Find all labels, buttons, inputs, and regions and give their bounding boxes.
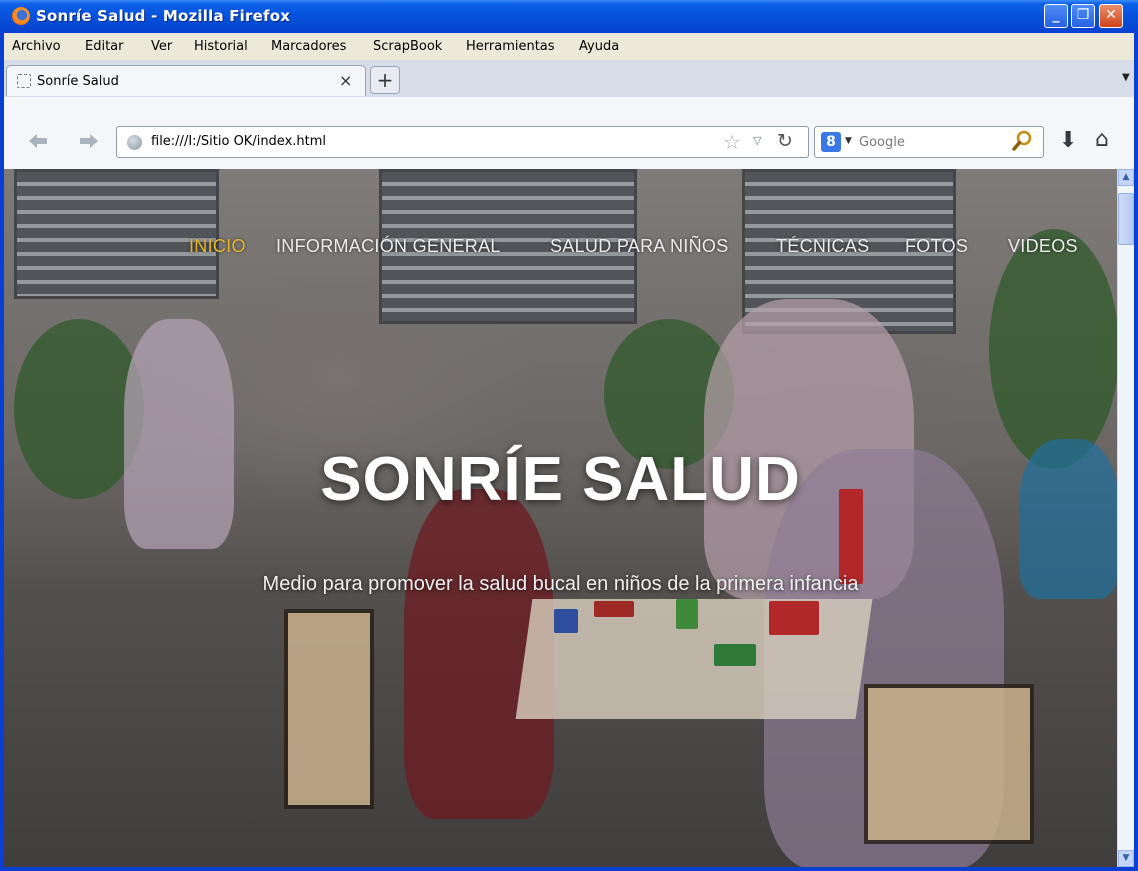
window-title: Sonríe Salud - Mozilla Firefox bbox=[36, 7, 291, 25]
nav-fotos[interactable]: FOTOS bbox=[905, 236, 968, 257]
nav-tecnicas[interactable]: TÉCNICAS bbox=[776, 236, 869, 257]
toy-block bbox=[714, 644, 756, 666]
minimize-button[interactable]: _ bbox=[1044, 4, 1068, 28]
site-navigation: INICIO INFORMACIÓN GENERAL SALUD PARA NI… bbox=[4, 236, 1117, 262]
search-input[interactable]: Google bbox=[859, 135, 905, 150]
navigation-toolbar: file:///I:/Sitio OK/index.html ☆ ▽ ↻ 8 ▼… bbox=[4, 97, 1134, 169]
toy-block bbox=[594, 601, 634, 617]
arrow-left-icon bbox=[29, 134, 47, 148]
scroll-up-button[interactable]: ▲ bbox=[1118, 169, 1134, 186]
tab-sonrie-salud[interactable]: Sonríe Salud × bbox=[6, 65, 366, 96]
window-shutter bbox=[14, 169, 219, 299]
home-icon[interactable]: ⌂ bbox=[1095, 127, 1109, 152]
browser-window: Sonríe Salud - Mozilla Firefox _ ❐ ✕ Arc… bbox=[0, 0, 1138, 871]
address-bar[interactable]: file:///I:/Sitio OK/index.html ☆ ▽ ↻ bbox=[116, 126, 809, 158]
nav-salud-para-ninos[interactable]: SALUD PARA NIÑOS bbox=[550, 236, 729, 257]
tab-strip: Sonríe Salud × + ▼ bbox=[4, 60, 1134, 98]
menu-marcadores[interactable]: Marcadores bbox=[271, 39, 346, 54]
menu-ver[interactable]: Ver bbox=[151, 39, 172, 54]
search-bar[interactable]: 8 ▼ Google bbox=[814, 126, 1044, 158]
vertical-scrollbar[interactable]: ▲ ▼ bbox=[1117, 169, 1134, 867]
menu-herramientas[interactable]: Herramientas bbox=[466, 39, 555, 54]
title-bar[interactable]: Sonríe Salud - Mozilla Firefox _ ❐ ✕ bbox=[0, 0, 1138, 33]
google-engine-icon[interactable]: 8 bbox=[821, 132, 841, 152]
firefox-logo-icon bbox=[12, 7, 30, 25]
site-identity-icon[interactable] bbox=[127, 135, 142, 150]
scroll-down-button[interactable]: ▼ bbox=[1118, 850, 1134, 867]
nav-informacion-general[interactable]: INFORMACIÓN GENERAL bbox=[276, 236, 501, 257]
tab-label: Sonríe Salud bbox=[37, 74, 119, 89]
list-all-tabs-button[interactable]: ▼ bbox=[1122, 72, 1130, 83]
close-window-button[interactable]: ✕ bbox=[1099, 4, 1123, 28]
engine-dropdown-icon[interactable]: ▼ bbox=[845, 136, 852, 146]
toy-block bbox=[554, 609, 578, 633]
back-button[interactable] bbox=[28, 131, 48, 155]
forward-button[interactable] bbox=[79, 131, 99, 155]
search-icon[interactable] bbox=[1011, 129, 1033, 159]
child-chair bbox=[284, 609, 374, 809]
menu-editar[interactable]: Editar bbox=[85, 39, 124, 54]
bookmark-star-icon[interactable]: ☆ bbox=[723, 130, 741, 154]
nav-videos[interactable]: VIDEOS bbox=[1008, 236, 1078, 257]
toy-block bbox=[676, 599, 698, 629]
arrow-right-icon bbox=[80, 134, 98, 148]
plant bbox=[989, 229, 1117, 469]
close-tab-button[interactable]: × bbox=[339, 71, 352, 90]
menu-scrapbook[interactable]: ScrapBook bbox=[373, 39, 442, 54]
scroll-thumb[interactable] bbox=[1118, 193, 1134, 245]
url-input[interactable]: file:///I:/Sitio OK/index.html bbox=[151, 134, 326, 149]
hero-subtitle: Medio para promover la salud bucal en ni… bbox=[262, 573, 859, 595]
child-chair bbox=[864, 684, 1034, 844]
menu-bar: Archivo Editar Ver Historial Marcadores … bbox=[4, 33, 1134, 60]
menu-historial[interactable]: Historial bbox=[194, 39, 248, 54]
menu-ayuda[interactable]: Ayuda bbox=[579, 39, 619, 54]
maximize-button[interactable]: ❐ bbox=[1071, 4, 1095, 28]
hero-title: SONRÍE SALUD bbox=[320, 445, 801, 514]
new-tab-button[interactable]: + bbox=[370, 66, 400, 94]
url-history-dropdown[interactable]: ▽ bbox=[753, 134, 761, 147]
toy-block bbox=[769, 601, 819, 635]
download-icon[interactable]: ⬇ bbox=[1059, 128, 1077, 153]
page-content: INICIO INFORMACIÓN GENERAL SALUD PARA NI… bbox=[4, 169, 1117, 867]
nav-inicio[interactable]: INICIO bbox=[189, 236, 246, 257]
reload-button[interactable]: ↻ bbox=[777, 130, 793, 152]
menu-archivo[interactable]: Archivo bbox=[12, 39, 61, 54]
page-favicon-icon bbox=[17, 74, 31, 88]
